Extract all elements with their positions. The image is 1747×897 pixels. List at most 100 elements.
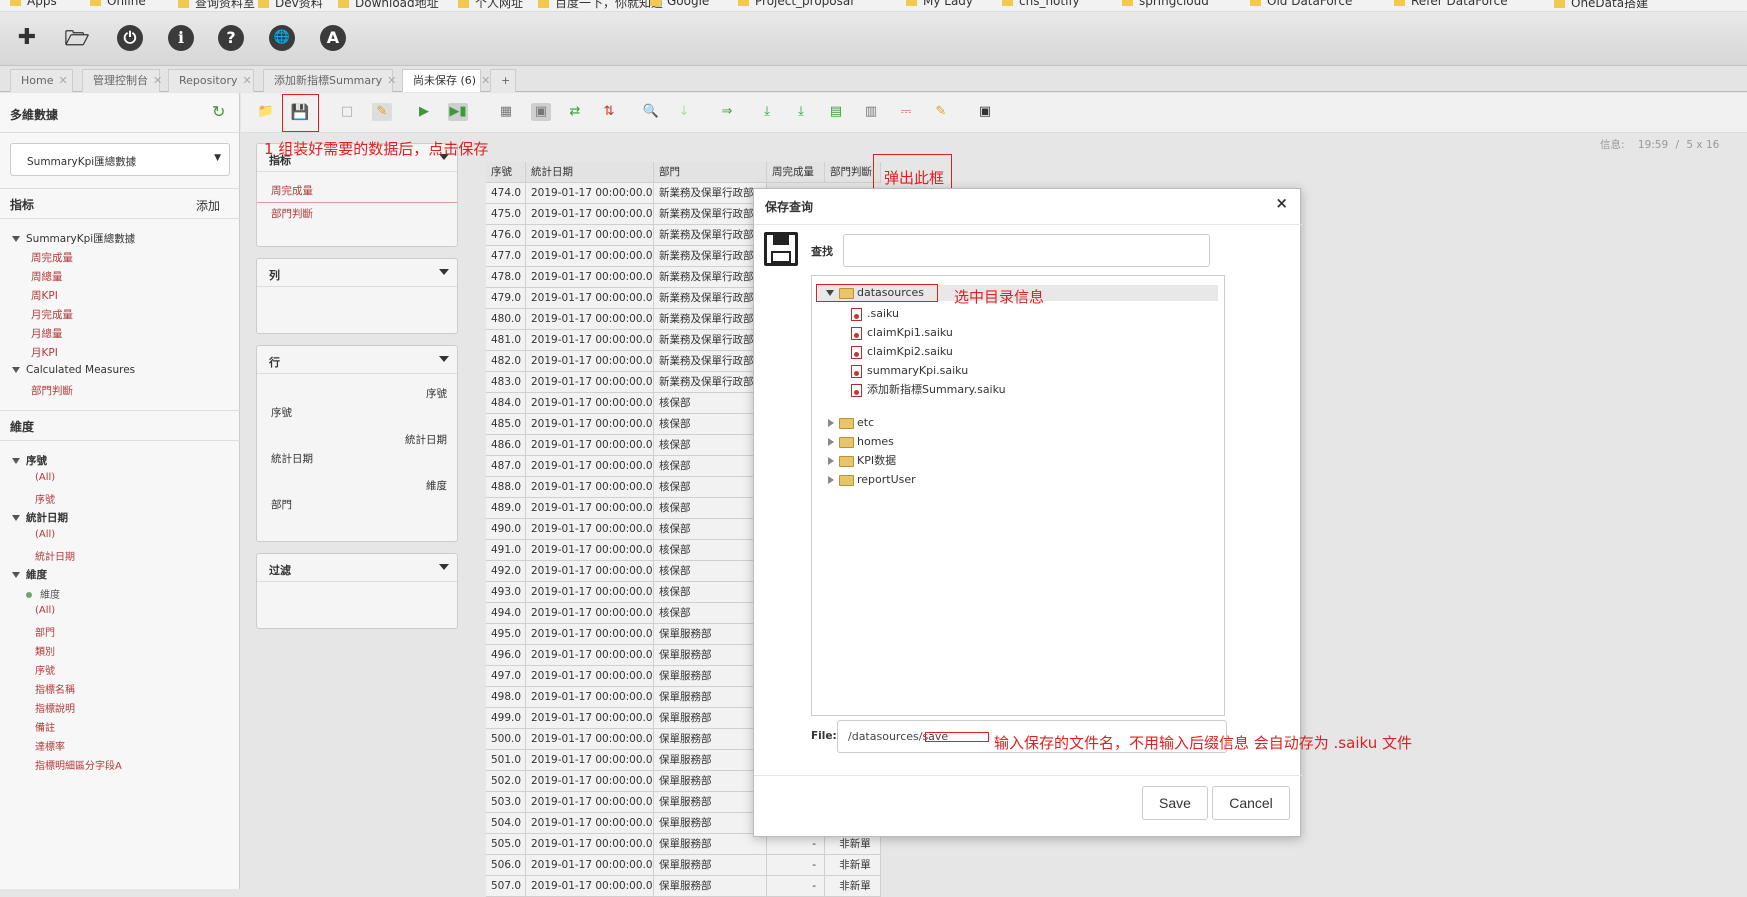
tree-file-row[interactable]: .saiku xyxy=(851,306,899,322)
close-tab-icon[interactable]: ✕ xyxy=(243,74,252,87)
grid-header-cell[interactable]: 統計日期 xyxy=(526,162,654,183)
tab-4[interactable]: 尚未保存 (6) ✕ xyxy=(402,69,490,92)
mdx-icon[interactable]: ▥ xyxy=(861,103,881,121)
grid-header-cell[interactable]: 序號 xyxy=(486,162,526,183)
bookmark-item[interactable]: Dev资料 xyxy=(258,0,323,11)
dimension-item[interactable]: 備註 xyxy=(35,719,55,734)
new-icon[interactable]: □ xyxy=(337,103,357,121)
filter-drop-panel[interactable]: 过滤 xyxy=(256,553,458,629)
tree-folder-row[interactable]: reportUser xyxy=(826,472,916,488)
chevron-down-icon[interactable] xyxy=(439,269,449,275)
measure-group[interactable]: Calculated Measures xyxy=(12,364,135,376)
info-icon[interactable]: i xyxy=(168,25,194,51)
presentation-icon[interactable]: ▣ xyxy=(975,103,995,121)
dimension-item[interactable]: 統計日期 xyxy=(35,548,75,563)
selected-measure[interactable]: 周完成量 xyxy=(271,183,313,198)
bookmark-item[interactable]: 个人网址 xyxy=(458,0,523,11)
cube-select[interactable]: SummaryKpi匯總數據 ▼ xyxy=(10,143,230,176)
caret-down-icon[interactable] xyxy=(12,458,20,464)
measure-item[interactable]: 部門判斷 xyxy=(31,383,73,398)
bookmark-item[interactable]: Refer DataForce xyxy=(1394,0,1508,8)
tab-1[interactable]: 管理控制台 ✕ xyxy=(82,69,162,92)
tree-file-row[interactable]: 添加新指標Summary.saiku xyxy=(851,382,1006,398)
cancel-button[interactable]: Cancel xyxy=(1212,786,1290,820)
swap-axis-icon[interactable]: ⇅ xyxy=(599,103,619,121)
rows-drop-panel[interactable]: 行 序號 序號 統計日期 統計日期 維度 部門 xyxy=(256,345,458,542)
tab-3[interactable]: 添加新指標Summary ✕ xyxy=(263,69,396,92)
export-xls-icon[interactable]: ▤ xyxy=(826,103,846,121)
dimension-item[interactable]: 序號 xyxy=(35,491,55,506)
tree-folder-row[interactable]: homes xyxy=(826,434,894,450)
measure-item[interactable]: 周KPI xyxy=(31,288,58,303)
toggle-sidebar-icon[interactable]: ▣ xyxy=(531,103,551,121)
export-icon[interactable]: ⤓ xyxy=(757,103,777,121)
caret-down-icon[interactable] xyxy=(12,572,20,578)
close-tab-icon[interactable]: ✕ xyxy=(481,74,490,87)
dimension-item[interactable]: 序號 xyxy=(35,662,55,677)
close-tab-icon[interactable]: ✕ xyxy=(387,74,396,87)
selected-measure[interactable]: 部門判斷 xyxy=(271,206,313,221)
edit-pencil-icon[interactable]: ✎ xyxy=(372,103,392,121)
close-tab-icon[interactable]: ✕ xyxy=(153,74,162,87)
non-empty-icon[interactable]: ⇄ xyxy=(565,103,585,121)
dimension-group[interactable]: 維度 xyxy=(12,567,47,582)
drillthrough-icon[interactable]: ⇒ xyxy=(717,103,737,121)
bookmark-item[interactable]: Online xyxy=(90,0,146,8)
measure-group[interactable]: SummaryKpi匯總數據 xyxy=(12,231,135,246)
dimension-group[interactable]: 統計日期 xyxy=(12,510,68,525)
bookmark-item[interactable]: cns_notify xyxy=(1002,0,1080,8)
bookmark-item[interactable]: Apps xyxy=(10,0,57,8)
caret-right-icon[interactable] xyxy=(828,457,834,465)
dimension-item[interactable]: (All) xyxy=(35,529,55,540)
tab-5[interactable]: + xyxy=(490,69,516,92)
save-button[interactable]: Save xyxy=(1142,786,1208,820)
add-measure-button[interactable]: 添加 xyxy=(196,197,220,214)
bookmark-item[interactable]: springcloud xyxy=(1122,0,1209,8)
toggle-fields-icon[interactable]: ▦ xyxy=(496,103,516,121)
measure-item[interactable]: 月KPI xyxy=(31,345,58,360)
drill-down-icon[interactable]: ↓ xyxy=(674,103,694,121)
dimension-item[interactable]: 類別 xyxy=(35,643,55,658)
tree-file-row[interactable]: claimKpi2.saiku xyxy=(851,344,953,360)
dimension-item[interactable]: 指標名稱 xyxy=(35,681,75,696)
caret-right-icon[interactable] xyxy=(828,419,834,427)
bookmark-item[interactable]: My Lady xyxy=(906,0,973,8)
caret-down-icon[interactable] xyxy=(12,367,20,373)
grid-header-cell[interactable]: 部門 xyxy=(654,162,767,183)
dimension-group[interactable]: 序號 xyxy=(12,453,47,468)
bookmark-item[interactable]: Project_proposal xyxy=(738,0,854,8)
pdf-icon[interactable]: ⎓ xyxy=(896,103,916,121)
run-query-icon[interactable]: ▶ xyxy=(414,103,434,121)
caret-down-icon[interactable] xyxy=(12,236,20,242)
bookmark-item[interactable]: 百度一下，你就知道 xyxy=(538,0,663,11)
grid-header-cell[interactable]: 周完成量 xyxy=(767,162,825,183)
measure-item[interactable]: 月完成量 xyxy=(31,307,73,322)
bookmark-item[interactable]: 查询资料室 xyxy=(178,0,255,11)
row-level[interactable]: 序號 xyxy=(271,405,292,420)
caret-down-icon[interactable] xyxy=(12,515,20,521)
bookmark-item[interactable]: Old DataForce xyxy=(1250,0,1352,8)
dimension-item[interactable]: 部門 xyxy=(35,624,55,639)
dimension-item[interactable]: 指標明細區分字段A xyxy=(35,757,122,772)
chevron-down-icon[interactable] xyxy=(439,356,449,362)
row-level[interactable]: 統計日期 xyxy=(271,451,313,466)
measure-item[interactable]: 月總量 xyxy=(31,326,63,341)
bookmark-item[interactable]: OneData搭建 xyxy=(1554,0,1648,11)
tree-file-row[interactable]: claimKpi1.saiku xyxy=(851,325,953,341)
tab-2[interactable]: Repository ✕ xyxy=(168,69,254,92)
dimension-item[interactable]: (All) xyxy=(35,472,55,483)
search-input[interactable] xyxy=(843,234,1210,267)
bookmark-item[interactable]: Google xyxy=(650,0,709,8)
caret-right-icon[interactable] xyxy=(828,438,834,446)
help-icon[interactable]: ? xyxy=(218,25,244,51)
export-csv-icon[interactable]: ⤓ xyxy=(791,103,811,121)
tree-folder-row[interactable]: KPI数据 xyxy=(826,453,896,469)
columns-drop-panel[interactable]: 列 xyxy=(256,258,458,334)
admin-icon[interactable]: A xyxy=(320,25,346,51)
measure-item[interactable]: 周完成量 xyxy=(31,250,73,265)
bookmark-item[interactable]: Download地址 xyxy=(338,0,439,11)
logout-power-icon[interactable]: ⏻ xyxy=(117,25,143,51)
open-folder-icon[interactable]: 🗁 xyxy=(64,25,90,51)
close-icon[interactable]: × xyxy=(1275,194,1288,212)
tab-0[interactable]: Home ✕ xyxy=(10,69,73,92)
